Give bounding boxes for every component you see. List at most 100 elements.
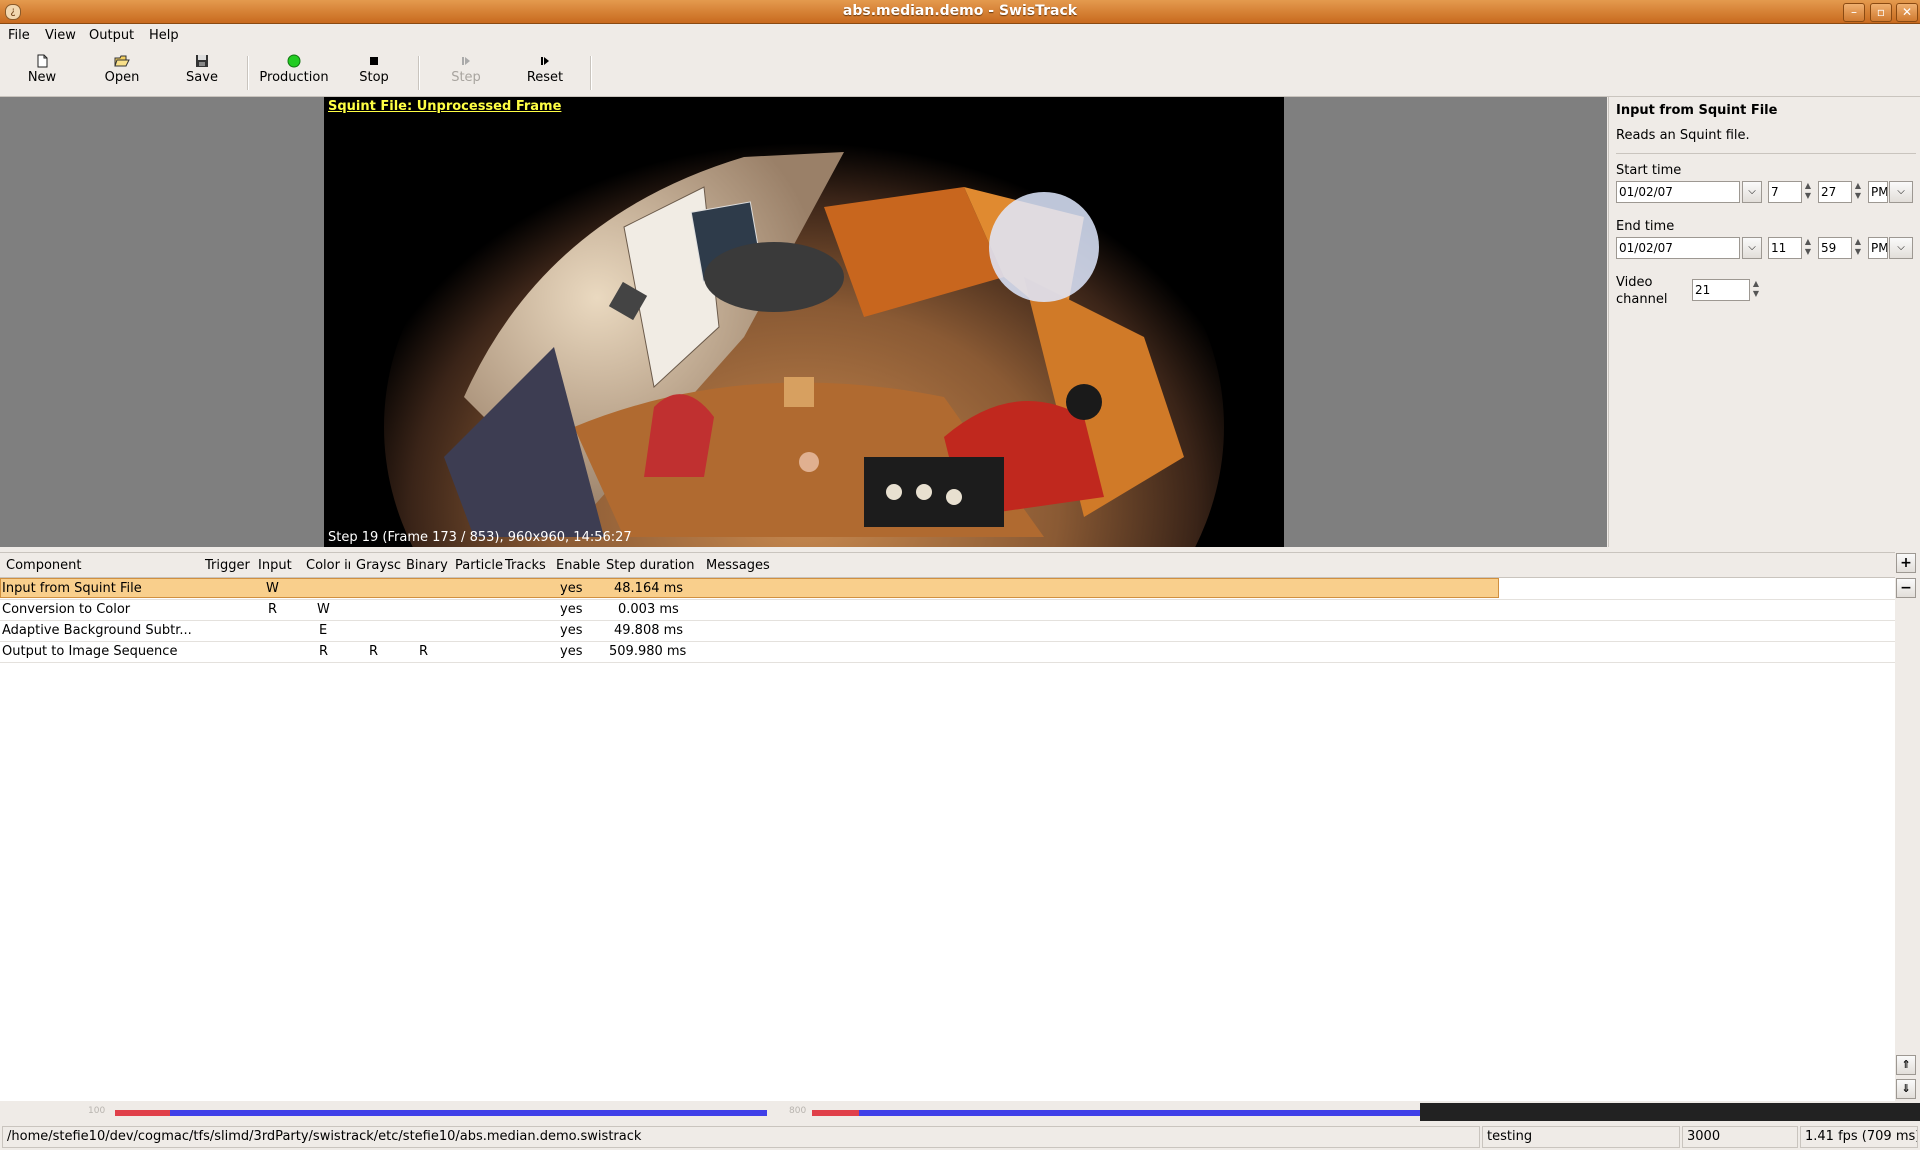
timeline-label: 100	[88, 1106, 106, 1116]
row-selection-highlight	[0, 578, 1499, 598]
production-green-dot-icon	[286, 54, 302, 68]
cell-input: R	[268, 602, 278, 617]
cell-enable: yes	[560, 644, 583, 659]
move-down-icon[interactable]: ⇓	[1896, 1079, 1916, 1099]
timeline-segment-blue	[170, 1110, 767, 1116]
video-channel-label-line2: channel	[1616, 292, 1668, 307]
toolbar-separator	[590, 56, 592, 90]
cell-component: Input from Squint File	[2, 581, 142, 596]
timeline-segment-red	[812, 1110, 859, 1116]
production-label: Production	[259, 70, 329, 85]
cell-enable: yes	[560, 602, 583, 617]
new-button[interactable]: New	[22, 52, 62, 92]
start-date-field[interactable]: 01/02/07	[1616, 181, 1740, 203]
title-bar: ¿ abs.median.demo - SwisTrack – ▫ ✕	[0, 0, 1920, 24]
menu-bar: File View Output Help	[0, 24, 1920, 48]
frame-status-text: Step 19 (Frame 173 / 853), 960x960, 14:5…	[328, 530, 632, 545]
reset-button[interactable]: Reset	[523, 52, 567, 92]
cell-duration: 48.164 ms	[614, 581, 684, 596]
step-label: Step	[451, 70, 481, 85]
cell-color: E	[319, 623, 328, 638]
video-frame[interactable]: Squint File: Unprocessed Frame Step 19 (…	[324, 97, 1284, 547]
start-ampm-dropdown-button[interactable]: ⌵	[1889, 181, 1913, 203]
end-hour-field[interactable]: 11	[1768, 237, 1802, 259]
table-row[interactable]: Adaptive Background Subtr... E yes 49.80…	[0, 620, 1895, 642]
timeline-segment-blue	[859, 1110, 1420, 1116]
start-date-dropdown-button[interactable]: ⌵	[1742, 181, 1762, 203]
run-mode-status: testing	[1482, 1126, 1680, 1148]
component-list-header: Component Trigger Input Color ir Graysc …	[0, 553, 1895, 578]
start-hour-field[interactable]: 7	[1768, 181, 1802, 203]
end-date-field[interactable]: 01/02/07	[1616, 237, 1740, 259]
start-minute-field[interactable]: 27	[1818, 181, 1852, 203]
cell-component: Conversion to Color	[2, 602, 131, 617]
toolbar-separator	[247, 56, 249, 90]
step-icon	[458, 54, 474, 68]
col-binary[interactable]: Binary	[406, 558, 448, 573]
cell-color: W	[317, 602, 330, 617]
menu-output[interactable]: Output	[89, 28, 134, 43]
port-status: 3000	[1682, 1126, 1798, 1148]
frame-title-link[interactable]: Squint File: Unprocessed Frame	[328, 99, 561, 114]
maximize-button[interactable]: ▫	[1870, 3, 1892, 22]
panel-title: Input from Squint File	[1616, 103, 1778, 118]
new-label: New	[27, 70, 57, 85]
cell-input: W	[266, 581, 279, 596]
add-component-button[interactable]: +	[1896, 553, 1916, 573]
table-row[interactable]: Output to Image Sequence R R R yes 509.9…	[0, 641, 1895, 663]
open-button[interactable]: Open	[101, 52, 143, 92]
cell-duration: 49.808 ms	[614, 623, 684, 638]
col-tracks[interactable]: Tracks	[505, 558, 546, 573]
menu-view[interactable]: View	[45, 28, 76, 43]
col-messages[interactable]: Messages	[706, 558, 770, 573]
end-ampm-field[interactable]: PM	[1868, 237, 1888, 259]
minimize-button[interactable]: –	[1843, 3, 1865, 22]
col-step-duration[interactable]: Step duration	[606, 558, 694, 573]
col-particle[interactable]: Particle	[455, 558, 503, 573]
timeline-empty-track	[1420, 1103, 1920, 1121]
fps-status: 1.41 fps (709 ms)	[1800, 1126, 1918, 1148]
timeline-bar[interactable]: 100 800	[0, 1103, 1920, 1121]
end-minute-spinner[interactable]: ▲ ▼	[1852, 237, 1864, 259]
menu-help[interactable]: Help	[149, 28, 179, 43]
step-button[interactable]: Step	[446, 52, 486, 92]
save-button[interactable]: Save	[182, 52, 222, 92]
col-grayscale[interactable]: Graysc	[356, 558, 401, 573]
end-time-label: End time	[1616, 219, 1675, 234]
stop-label: Stop	[359, 70, 389, 85]
stop-button[interactable]: Stop	[355, 52, 393, 92]
end-hour-spinner[interactable]: ▲ ▼	[1802, 237, 1814, 259]
video-channel-field[interactable]: 21	[1692, 279, 1750, 301]
remove-component-button[interactable]: −	[1896, 578, 1916, 598]
col-component[interactable]: Component	[6, 558, 81, 573]
table-row[interactable]: Conversion to Color R W yes 0.003 ms	[0, 599, 1895, 621]
start-ampm-field[interactable]: PM	[1868, 181, 1888, 203]
menu-file[interactable]: File	[8, 28, 30, 43]
cell-color: R	[319, 644, 329, 659]
window-title: abs.median.demo - SwisTrack	[842, 3, 1078, 19]
video-channel-spinner[interactable]: ▲ ▼	[1750, 279, 1762, 301]
cell-enable: yes	[560, 581, 583, 596]
video-display-area: Squint File: Unprocessed Frame Step 19 (…	[0, 97, 1607, 547]
col-input[interactable]: Input	[258, 558, 292, 573]
end-date-dropdown-button[interactable]: ⌵	[1742, 237, 1762, 259]
start-minute-spinner[interactable]: ▲ ▼	[1852, 181, 1864, 203]
new-file-icon	[34, 54, 50, 68]
cell-grayscale: R	[369, 644, 379, 659]
video-channel-label-line1: Video	[1616, 275, 1653, 290]
timeline-segment-red	[115, 1110, 170, 1116]
col-color[interactable]: Color ir	[306, 558, 350, 573]
close-button[interactable]: ✕	[1896, 3, 1918, 22]
col-trigger[interactable]: Trigger	[205, 558, 250, 573]
table-row[interactable]: Input from Squint File W yes 48.164 ms	[0, 578, 1895, 600]
start-hour-spinner[interactable]: ▲ ▼	[1802, 181, 1814, 203]
move-up-icon[interactable]: ⇑	[1896, 1055, 1916, 1075]
stop-square-icon	[366, 54, 382, 68]
start-time-label: Start time	[1616, 163, 1682, 178]
end-minute-field[interactable]: 59	[1818, 237, 1852, 259]
production-button[interactable]: Production	[256, 52, 332, 92]
reset-icon	[537, 54, 553, 68]
end-ampm-dropdown-button[interactable]: ⌵	[1889, 237, 1913, 259]
col-enable[interactable]: Enable	[556, 558, 600, 573]
cell-duration: 509.980 ms	[609, 644, 687, 659]
